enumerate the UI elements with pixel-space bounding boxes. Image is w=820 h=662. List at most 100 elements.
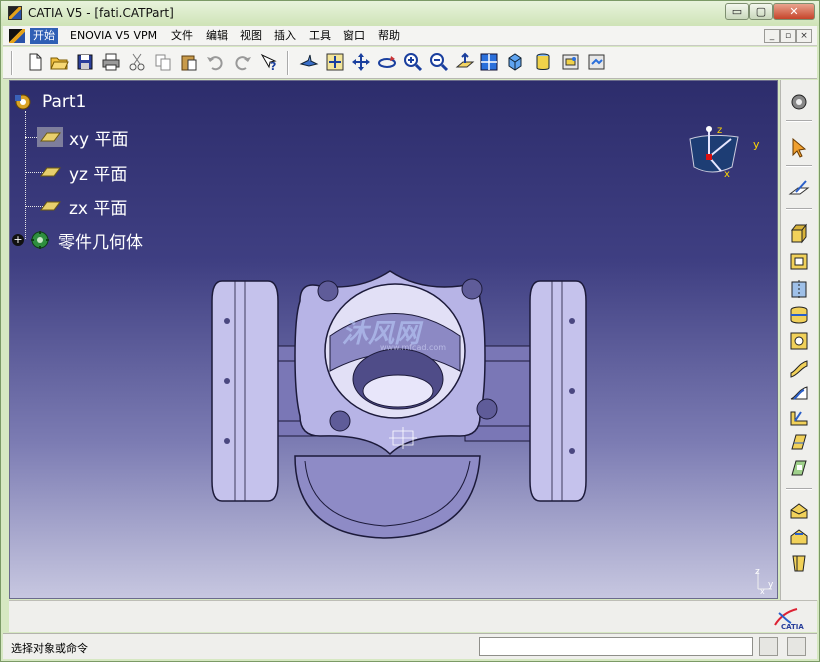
zoom-out-icon[interactable] [429, 52, 449, 72]
pad-icon[interactable] [788, 222, 810, 244]
fit-all-icon[interactable] [325, 52, 345, 72]
plane-icon [37, 127, 63, 147]
paste-icon[interactable] [179, 52, 199, 72]
menu-insert[interactable]: 插入 [271, 28, 299, 44]
svg-text:?: ? [270, 60, 276, 72]
compass-z-label: z [717, 125, 722, 136]
maximize-button[interactable]: ▢ [749, 3, 773, 20]
swap-visible-icon[interactable] [587, 52, 607, 72]
tree-item-yz-plane[interactable]: yz 平面 [37, 161, 128, 185]
catia-logo: CATIA [774, 608, 804, 631]
minimize-button[interactable]: ▭ [725, 3, 749, 20]
zoom-in-icon[interactable] [403, 52, 423, 72]
iso-view-icon[interactable] [505, 52, 525, 72]
menu-window[interactable]: 窗口 [340, 28, 368, 44]
menu-enovia[interactable]: ENOVIA V5 VPM [67, 28, 160, 44]
redo-icon[interactable] [233, 52, 253, 72]
part-body-icon [26, 230, 52, 250]
catia-logo-text: CATIA [781, 623, 804, 631]
chamfer-icon[interactable] [788, 526, 810, 548]
document-icon[interactable] [9, 29, 25, 43]
tree-item-xy-plane[interactable]: xy 平面 [37, 126, 129, 150]
tree-item-label: 零件几何体 [58, 232, 143, 253]
tree-item-zx-plane[interactable]: zx 平面 [37, 195, 128, 219]
compass-y-label: y [753, 138, 760, 151]
menu-edit[interactable]: 编辑 [203, 28, 231, 44]
multi-section-icon[interactable] [788, 431, 810, 453]
menu-file[interactable]: 文件 [168, 28, 196, 44]
tree-item-part-body[interactable]: + 零件几何体 [12, 229, 143, 253]
dialog-toggle-button[interactable] [787, 637, 806, 656]
select-arrow-icon[interactable] [788, 136, 810, 158]
draft-icon[interactable] [788, 552, 810, 574]
window-title: CATIA V5 - [fati.CATPart] [28, 6, 174, 20]
toolbar-separator [786, 488, 812, 490]
cut-icon[interactable] [127, 52, 147, 72]
normal-view-icon[interactable] [455, 52, 475, 72]
part-icon [10, 92, 36, 112]
undo-icon[interactable] [205, 52, 225, 72]
stop-command-button[interactable] [759, 637, 778, 656]
menu-view[interactable]: 视图 [237, 28, 265, 44]
toolbar-grip[interactable] [11, 51, 13, 75]
command-band [9, 600, 817, 632]
shaft-icon[interactable] [788, 278, 810, 300]
edge-fillet-icon[interactable] [788, 500, 810, 522]
toolbar-separator [287, 51, 289, 75]
catia-window: CATIA V5 - [fati.CATPart] ▭ ▢ ✕ 开始 ENOVI… [0, 0, 820, 662]
menu-start[interactable]: 开始 [30, 28, 58, 44]
valve-body-model[interactable] [210, 251, 590, 551]
tree-root-label: Part1 [42, 92, 87, 112]
groove-icon[interactable] [788, 304, 810, 326]
fly-mode-icon[interactable] [299, 52, 319, 72]
rib-icon[interactable] [788, 356, 810, 378]
tree-item-label: xy 平面 [69, 129, 129, 150]
hide-show-icon[interactable] [561, 52, 581, 72]
hole-icon[interactable] [788, 330, 810, 352]
stiffener-icon[interactable] [788, 406, 810, 428]
save-icon[interactable] [75, 52, 95, 72]
standard-toolbar: ? [3, 47, 817, 79]
whats-this-icon[interactable]: ? [259, 52, 279, 73]
tree-root-part1[interactable]: Part1 [10, 91, 86, 113]
menu-help[interactable]: 帮助 [375, 28, 403, 44]
mdi-minimize-button[interactable]: _ [764, 29, 780, 43]
tree-item-label: zx 平面 [69, 198, 128, 219]
plane-icon [37, 196, 63, 216]
menu-bar: 开始 ENOVIA V5 VPM 文件 编辑 视图 插入 工具 窗口 帮助 _ … [3, 26, 817, 46]
open-icon[interactable] [49, 52, 69, 72]
watermark-url: www.mfcad.com [380, 343, 447, 352]
menu-tools[interactable]: 工具 [306, 28, 334, 44]
status-message: 选择对象或命令 [11, 642, 88, 655]
shading-icon[interactable] [533, 52, 553, 72]
mini-axis-icon: z y x [755, 567, 774, 595]
new-icon[interactable] [25, 52, 45, 72]
sketch-icon[interactable] [788, 178, 810, 200]
mini-axis-z: z [755, 567, 760, 577]
mdi-restore-button[interactable]: ▫ [780, 29, 796, 43]
compass-x-label: x [724, 169, 730, 180]
mini-axis-x: x [760, 587, 765, 595]
pan-icon[interactable] [351, 52, 371, 72]
tree-connector [25, 111, 26, 239]
3d-viewport[interactable]: Part1 xy 平面 yz 平面 zx 平面 + 零件几何体 z y x 沐风… [9, 80, 778, 599]
close-button[interactable]: ✕ [773, 3, 815, 20]
status-bar: 选择对象或命令 [3, 633, 817, 659]
sketcher-settings-icon[interactable] [788, 91, 810, 113]
multi-view-icon[interactable] [479, 52, 499, 72]
print-icon[interactable] [101, 52, 121, 72]
plane-icon [37, 162, 63, 182]
compass-widget[interactable]: z y x [684, 119, 764, 189]
toolbar-separator [786, 208, 812, 210]
mdi-close-button[interactable]: × [796, 29, 812, 43]
catia-app-icon [8, 6, 22, 20]
expand-plus-icon[interactable]: + [12, 234, 24, 246]
rotate-icon[interactable] [377, 52, 397, 72]
slot-icon[interactable] [788, 382, 810, 404]
tree-item-label: yz 平面 [69, 164, 128, 185]
pocket-icon[interactable] [788, 250, 810, 272]
command-input[interactable] [479, 637, 753, 656]
mini-axis-y: y [768, 580, 774, 590]
copy-icon[interactable] [153, 52, 173, 72]
removed-multi-section-icon[interactable] [788, 457, 810, 479]
